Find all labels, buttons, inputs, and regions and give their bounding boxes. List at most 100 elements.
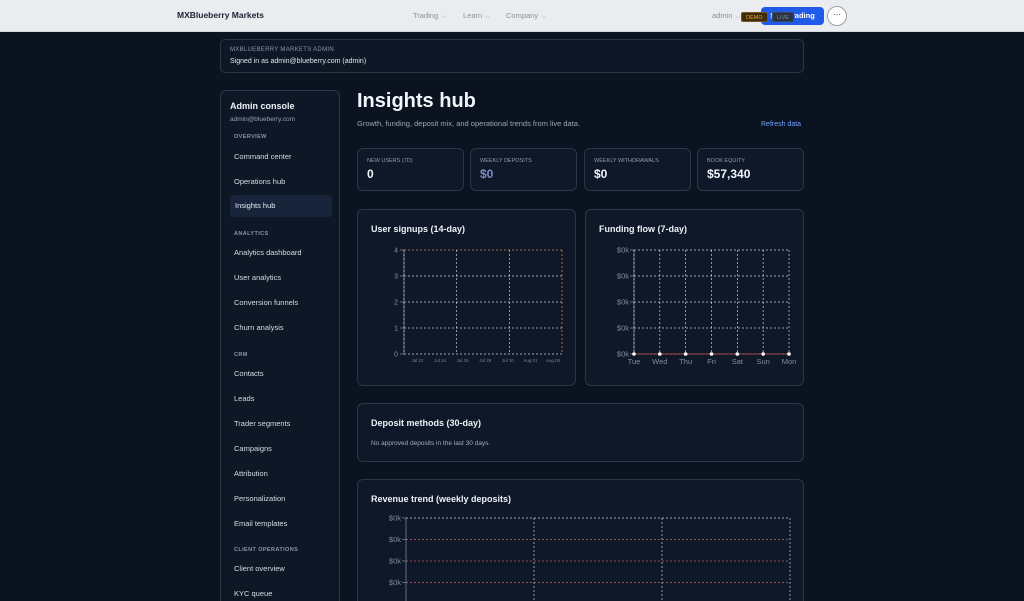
nav-company-label: Company: [506, 11, 539, 20]
x-tick-label: Jul 24: [434, 358, 447, 363]
sidebar-section-crm: CRM: [234, 352, 248, 358]
x-tick-label: Aug 03: [546, 358, 561, 363]
stat-card-weekly-deposits: WEEKLY DEPOSITS $0: [470, 148, 577, 191]
sidebar-item-attribution[interactable]: Attribution: [234, 469, 268, 478]
admin-status-bar: MXBLUEBERRY MARKETS ADMIN Signed in as a…: [220, 39, 804, 73]
user-signups-chart: 0 1 2 3 4 Jul 22 Jul 24 Jul 26 Jul 28 Jul 30 Aug 0…: [394, 248, 563, 363]
x-tick-label: Jul 28: [479, 358, 492, 363]
sidebar-item-personalization[interactable]: Personalization: [234, 494, 285, 503]
sidebar-item-email-templates[interactable]: Email templates: [234, 519, 287, 528]
x-tick-label: Sat: [732, 357, 744, 366]
more-options-icon[interactable]: ⋯: [827, 6, 847, 26]
y-tick-label: $0k: [389, 514, 401, 523]
sidebar-item-conversion-funnels[interactable]: Conversion funnels: [234, 298, 298, 307]
x-tick-label: Jul 22: [412, 358, 425, 363]
chevron-down-icon: ⌵: [541, 14, 546, 20]
funding-data-point: [709, 352, 714, 356]
sidebar-item-trader-segments[interactable]: Trader segments: [234, 419, 290, 428]
sidebar-item-campaigns[interactable]: Campaigns: [234, 444, 272, 453]
funding-data-point: [787, 352, 791, 356]
stat-label: WEEKLY WITHDRAWALS: [594, 158, 659, 164]
x-tick-label: Aug 01: [523, 358, 538, 363]
nav-learn-label: Learn: [463, 11, 483, 20]
y-tick-label: $0k: [617, 246, 629, 255]
sidebar-item-leads[interactable]: Leads: [234, 394, 254, 403]
funding-flow-chart: $0k$0k$0k$0k$0kTue Wed Thu Fri Sat Sun Mon: [617, 246, 797, 367]
funding-data-point: [761, 352, 765, 356]
x-tick-label: Fri: [707, 357, 716, 366]
y-tick-label: $0k: [617, 272, 629, 281]
sidebar-title: Admin console: [230, 101, 295, 111]
x-tick-label: Tue: [628, 357, 641, 366]
x-tick-label: Wed: [652, 357, 667, 366]
sidebar-item-operations-hub[interactable]: Operations hub: [234, 177, 285, 186]
y-tick-label: 2: [394, 300, 398, 307]
chevron-down-icon: ⌵: [441, 14, 446, 20]
y-tick-label: 3: [394, 274, 398, 281]
sidebar-item-analytics-dashboard[interactable]: Analytics dashboard: [234, 248, 302, 257]
x-tick-label: Thu: [679, 357, 692, 366]
nav-learn[interactable]: Learn ⌵: [463, 11, 490, 21]
funding-data-point: [735, 352, 740, 356]
deposit-methods-title: Deposit methods (30-day): [371, 418, 482, 428]
y-tick-label: $0k: [617, 298, 629, 307]
stat-card-weekly-withdrawals: WEEKLY WITHDRAWALS $0: [584, 148, 691, 191]
stat-value: 0: [367, 167, 374, 181]
y-tick-label: $0k: [389, 578, 401, 587]
x-tick-label: Sun: [756, 357, 769, 366]
nav-trading[interactable]: Trading ⌵: [413, 11, 446, 21]
admin-sidebar: Admin console admin@blueberry.com OVERVI…: [220, 90, 340, 601]
admin-menu[interactable]: admin ⌵: [712, 11, 740, 21]
stat-value: $0: [480, 167, 494, 181]
funding-flow-panel: Funding flow (7-day) $0k $0k $0k $0k $0k Tue W…: [585, 209, 804, 386]
sidebar-item-command-center[interactable]: Command center: [234, 152, 292, 161]
sidebar-item-insights-hub[interactable]: Insights hub: [230, 195, 332, 217]
funding-data-point: [683, 352, 688, 356]
nav-company[interactable]: Company ⌵: [506, 11, 546, 21]
sidebar-item-client-overview[interactable]: Client overview: [234, 564, 285, 573]
sidebar-item-kyc-queue[interactable]: KYC queue: [234, 589, 272, 598]
nav-trading-label: Trading: [413, 11, 439, 20]
funding-data-point: [658, 352, 662, 356]
chevron-down-icon: ⌵: [485, 14, 490, 20]
sidebar-item-contacts[interactable]: Contacts: [234, 369, 264, 378]
stat-label: NEW USERS (7D): [367, 158, 413, 164]
y-tick-label: 1: [394, 326, 398, 333]
brand-logo-text[interactable]: MXBlueberry Markets: [177, 10, 264, 20]
revenue-trend-panel: Revenue trend (weekly deposits) $0k $0k $0…: [357, 479, 804, 601]
stat-card-book-equity: BOOK EQUITY $57,340: [697, 148, 804, 191]
funding-data-point: [632, 352, 636, 356]
stat-value: $0: [594, 167, 608, 181]
sidebar-email: admin@blueberry.com: [230, 116, 296, 123]
demo-mode-badge[interactable]: DEMO: [741, 12, 768, 22]
chevron-down-icon: ⌵: [735, 14, 740, 20]
sidebar-item-churn-analysis[interactable]: Churn analysis: [234, 323, 284, 332]
x-tick-label: Mon: [782, 357, 797, 366]
user-signups-panel: User signups (14-day) 0 1 2 3 4 Jul 22 Jul 24 J…: [357, 209, 576, 386]
y-tick-label: 0: [394, 352, 398, 359]
refresh-data-link[interactable]: Refresh data: [761, 121, 801, 128]
stat-label: BOOK EQUITY: [707, 158, 745, 164]
live-mode-badge[interactable]: LIVE: [772, 12, 794, 22]
y-tick-label: 4: [394, 248, 398, 255]
x-tick-label: Jul 26: [457, 358, 470, 363]
x-tick-label: Jul 30: [502, 358, 515, 363]
page-title: Insights hub: [357, 90, 476, 112]
y-tick-label: $0k: [617, 324, 629, 333]
sidebar-section-client-operations: CLIENT OPERATIONS: [234, 547, 299, 553]
stat-label: WEEKLY DEPOSITS: [480, 158, 532, 164]
sidebar-section-analytics: ANALYTICS: [234, 231, 269, 237]
page-subtitle: Growth, funding, deposit mix, and operat…: [357, 119, 581, 128]
top-navigation-bar: MXBlueberry Markets Trading ⌵ Learn ⌵ Comp…: [0, 0, 1024, 32]
sidebar-section-overview: OVERVIEW: [234, 134, 267, 140]
deposit-methods-panel: Deposit methods (30-day) No approved dep…: [357, 403, 804, 462]
admin-bar-label: MXBLUEBERRY MARKETS ADMIN: [230, 47, 334, 53]
y-tick-label: $0k: [389, 557, 401, 566]
revenue-trend-chart: $0k $0k $0k $0k: [389, 514, 791, 601]
stat-card-new-users: NEW USERS (7D) 0: [357, 148, 464, 191]
sidebar-item-user-analytics[interactable]: User analytics: [234, 273, 281, 282]
stat-value: $57,340: [707, 167, 751, 181]
y-tick-label: $0k: [389, 535, 401, 544]
signed-in-text: Signed in as admin@blueberry.com (admin): [230, 58, 367, 65]
admin-menu-label: admin: [712, 11, 733, 20]
